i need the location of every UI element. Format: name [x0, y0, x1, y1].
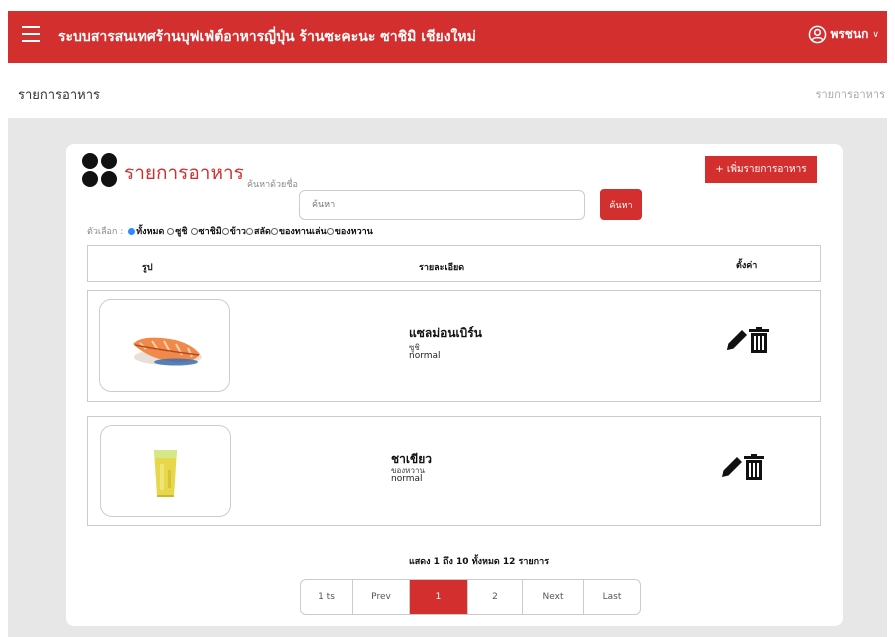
filter-label: ตัวเลือก : [87, 227, 124, 237]
radio-icon [326, 227, 334, 235]
page-prev-button[interactable]: Prev [353, 580, 410, 614]
hamburger-menu-icon[interactable] [22, 26, 40, 46]
search-input[interactable] [299, 190, 585, 220]
trash-icon[interactable] [744, 454, 764, 480]
filter-option-all[interactable]: ทั้งหมด [128, 224, 164, 238]
user-circle-icon [809, 25, 827, 44]
filter-option-label: ของหวาน [334, 227, 373, 237]
food-list-card: รายการอาหาร ค้นหาด้วยชื่อ ค้นหา + เพิ่มร… [66, 144, 843, 626]
user-name: พรชนก [830, 27, 869, 41]
app-title: ระบบสารสนเทศร้านบุฟเฟ่ต์อาหารญี่ปุ่น ร้า… [58, 29, 476, 45]
filter-option-sushi[interactable]: ซูชิ [167, 224, 188, 238]
page-2-button[interactable]: 2 [468, 580, 523, 614]
page-last-button[interactable]: Last [584, 580, 640, 614]
page-1-button[interactable]: 1 [410, 580, 468, 614]
search-button[interactable]: ค้นหา [600, 189, 642, 220]
edit-pencil-icon[interactable] [724, 327, 750, 353]
chevron-down-icon: ∨ [872, 29, 879, 40]
food-name: แซลม่อนเบิร์น [409, 326, 482, 340]
radio-selected-icon [128, 227, 136, 235]
grid-icon [82, 153, 118, 188]
radio-icon [270, 227, 278, 235]
pagination: 1 ts Prev 1 2 Next Last [300, 579, 641, 615]
column-header-image: รูป [142, 263, 153, 273]
filter-option-sashimi[interactable]: ซาชิมิ [190, 224, 222, 238]
filter-option-label: ทั้งหมด [136, 227, 165, 237]
filter-option-label: ข้าว [229, 227, 246, 237]
filter-option-label: ซูชิ [175, 227, 188, 237]
user-menu[interactable]: พรชนก ∨ [808, 25, 879, 44]
trash-icon[interactable] [749, 327, 769, 353]
food-status: normal [391, 474, 423, 484]
add-food-button[interactable]: + เพิ่มรายการอาหาร [705, 156, 817, 183]
edit-pencil-icon[interactable] [719, 454, 745, 480]
filter-option-salad[interactable]: สลัด [245, 224, 271, 238]
radio-icon [245, 227, 253, 235]
pagination-summary: แสดง 1 ถึง 10 ทั้งหมด 12 รายการ [409, 557, 550, 567]
filter-option-dessert[interactable]: ของหวาน [326, 224, 373, 238]
table-row: แซลม่อนเบิร์น ซูชิ normal [87, 290, 821, 402]
radio-icon [190, 227, 198, 235]
page-next-button[interactable]: Next [523, 580, 584, 614]
salmon-sushi-image [133, 337, 202, 366]
filter-row: ตัวเลือก : ทั้งหมด ซูชิ ซาชิมิ ข้าว สลัด… [87, 224, 373, 238]
radio-icon [221, 227, 229, 235]
filter-option-label: ของทานเล่น [278, 227, 327, 237]
table-header: รูป รายละเอียด ตั้งค่า [87, 245, 821, 282]
column-header-settings: ตั้งค่า [736, 261, 758, 271]
green-tea-image [154, 450, 177, 497]
page-first-button[interactable]: 1 ts [301, 580, 353, 614]
search-label: ค้นหาด้วยชื่อ [247, 180, 298, 190]
filter-option-rice[interactable]: ข้าว [221, 224, 246, 238]
column-header-detail: รายละเอียด [419, 263, 465, 273]
food-image-frame [99, 299, 230, 392]
filter-option-label: สลัด [253, 227, 271, 237]
radio-icon [167, 227, 175, 235]
table-row: ชาเขียว ของหวาน normal [87, 416, 821, 526]
filter-option-label: ซาชิมิ [198, 227, 222, 237]
food-image-frame [100, 425, 231, 517]
food-status: normal [409, 351, 441, 361]
page-heading: รายการอาหาร [18, 88, 101, 103]
filter-option-snack[interactable]: ของทานเล่น [270, 224, 327, 238]
breadcrumb[interactable]: รายการอาหาร [816, 85, 885, 103]
top-bar: ระบบสารสนเทศร้านบุฟเฟ่ต์อาหารญี่ปุ่น ร้า… [8, 11, 887, 63]
card-title: รายการอาหาร [124, 162, 244, 184]
